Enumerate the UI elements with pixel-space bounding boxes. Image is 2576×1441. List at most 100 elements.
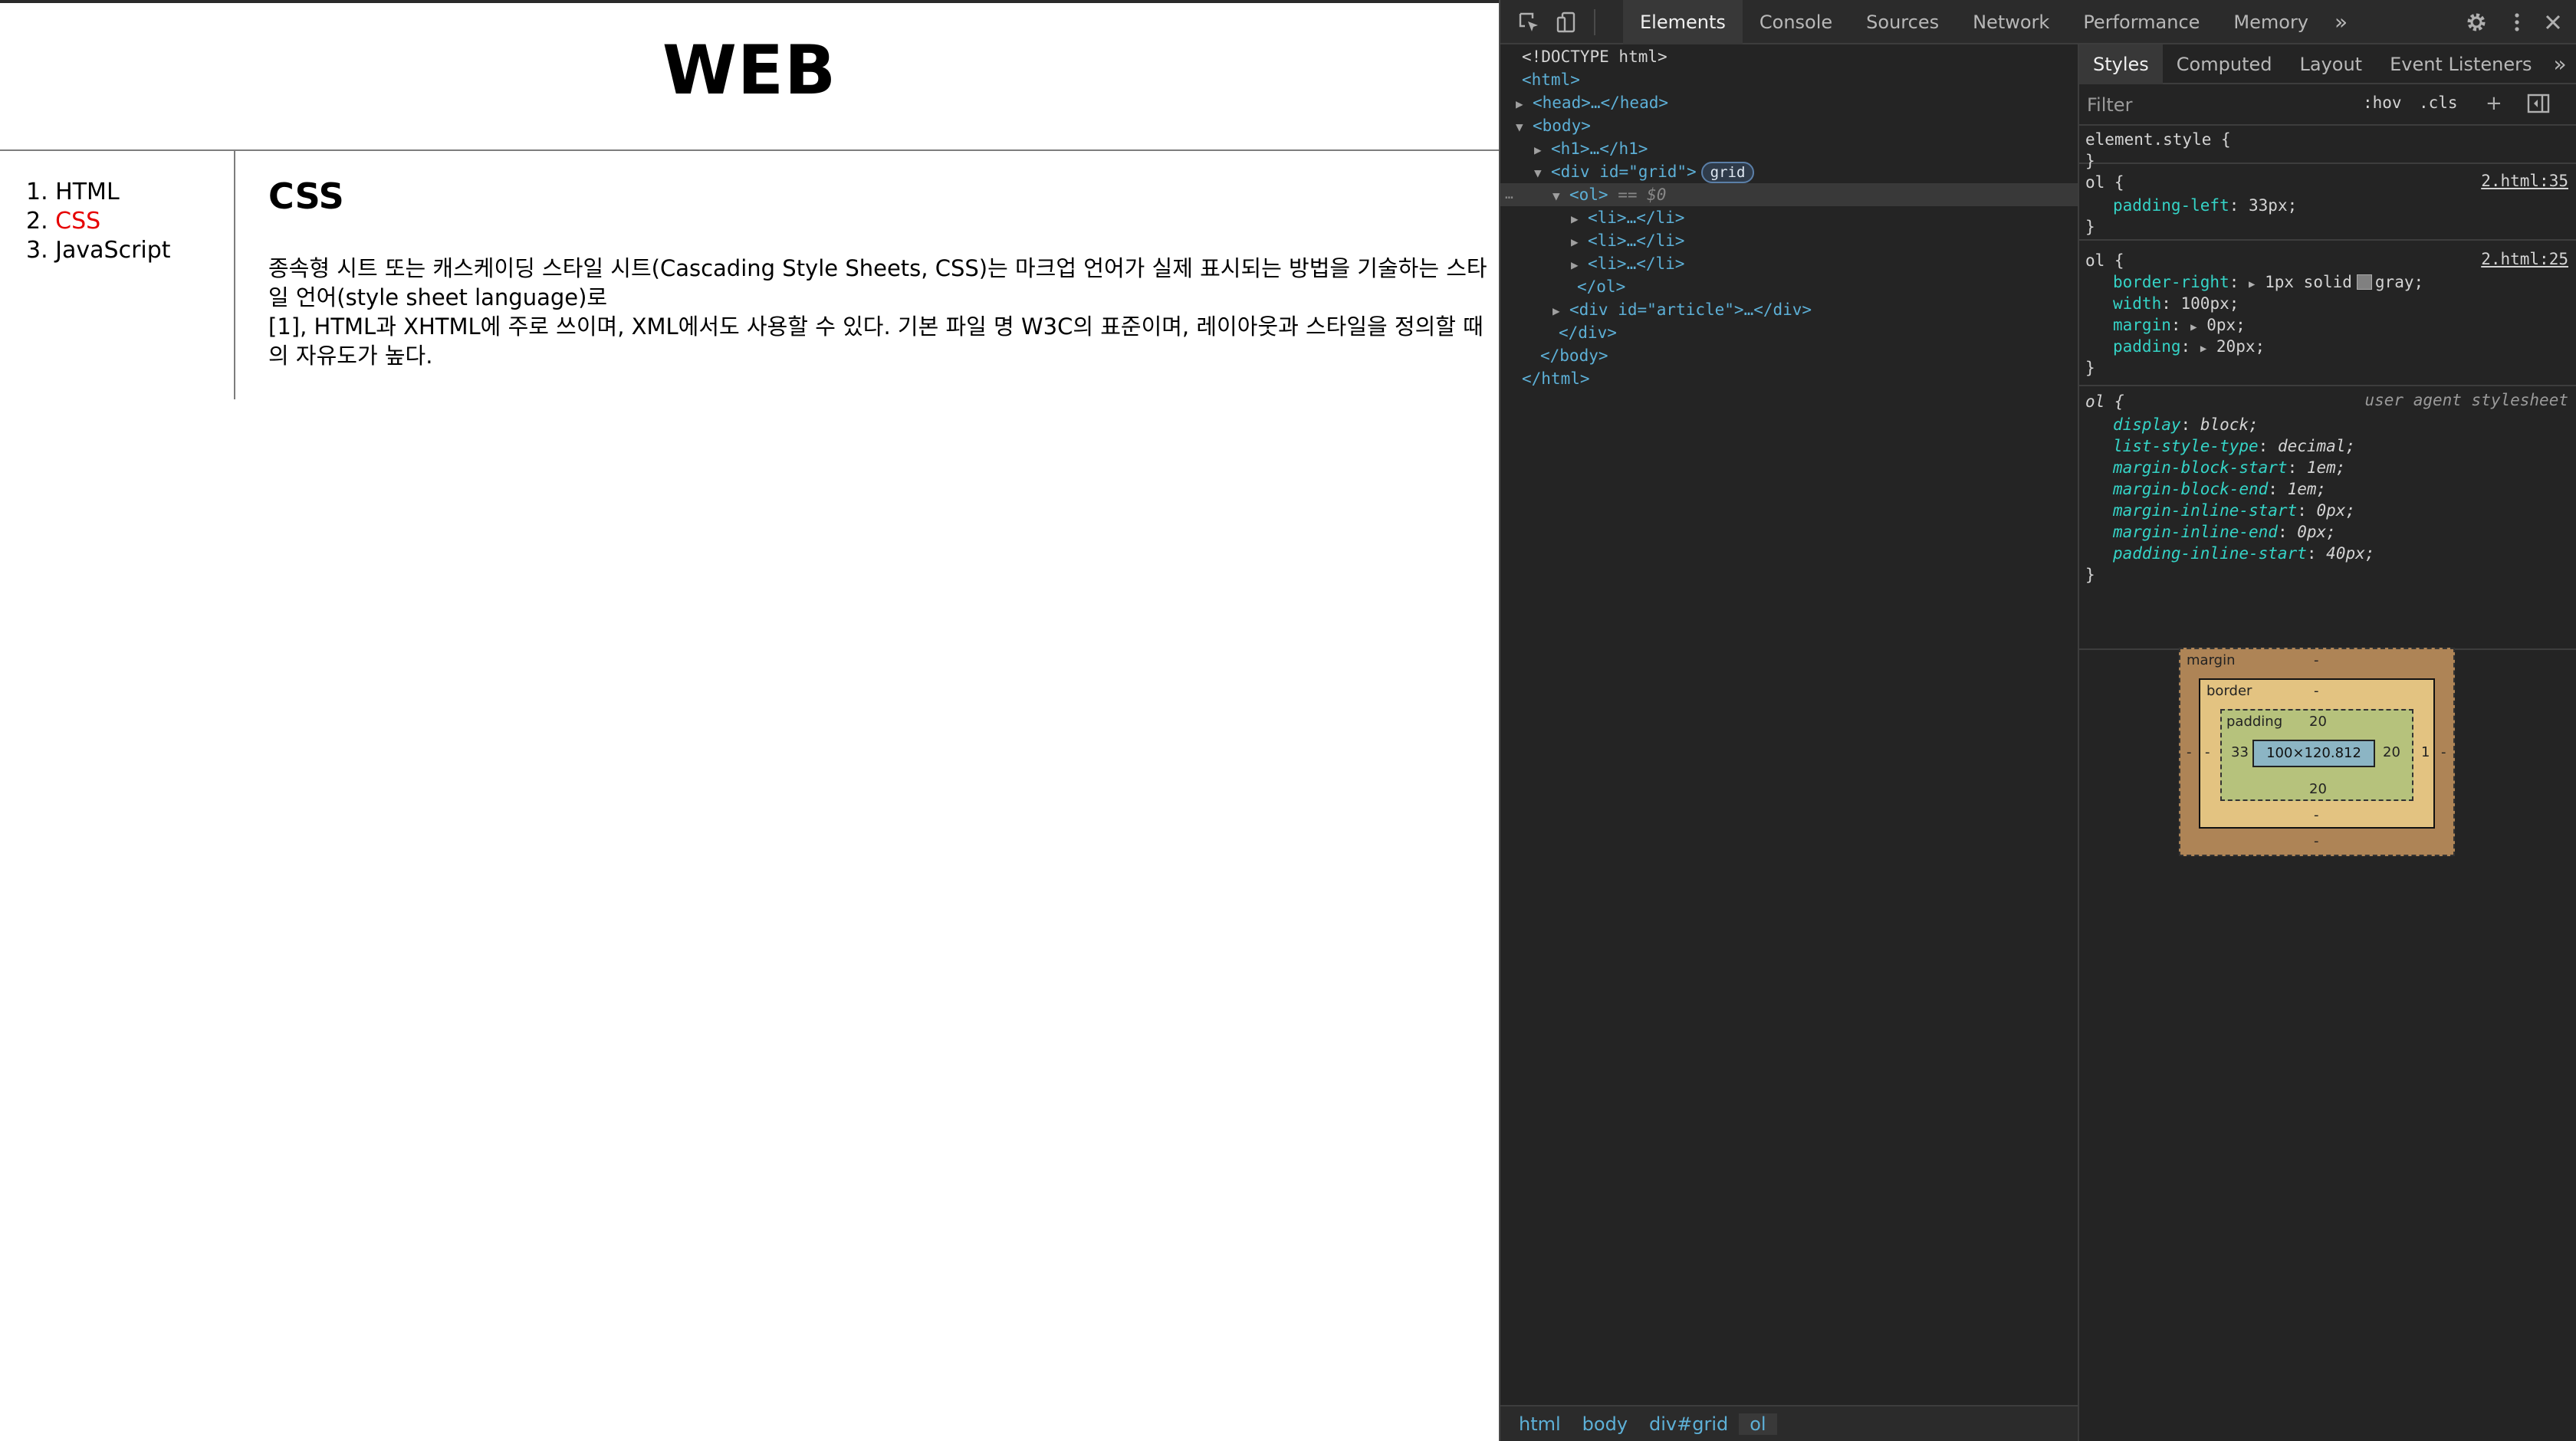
- margin-left-value[interactable]: -: [2187, 744, 2192, 760]
- device-toggle-icon[interactable]: [1554, 9, 1580, 35]
- rule-selector[interactable]: element.style {: [2085, 129, 2231, 150]
- breadcrumb-div-grid[interactable]: div#grid: [1638, 1413, 1739, 1435]
- grid-badge[interactable]: grid: [1700, 162, 1755, 183]
- dom-node-ol-selected[interactable]: … ▼ <ol> == $0: [1500, 183, 2078, 206]
- style-property[interactable]: border-right: ▶ 1px solid gray;: [2113, 271, 2423, 293]
- hover-state-toggle[interactable]: :hov: [2363, 94, 2402, 112]
- margin-bottom-value[interactable]: -: [2314, 833, 2319, 849]
- tab-memory[interactable]: Memory: [2216, 0, 2325, 44]
- collapse-triangle-icon[interactable]: ▼: [1500, 162, 1551, 185]
- expand-triangle-icon[interactable]: ▶: [1500, 139, 1551, 162]
- box-model-border[interactable]: border - - - 1 padding 20 20 33 20 100×1…: [2199, 678, 2435, 829]
- style-property[interactable]: padding-left: 33px;: [2113, 195, 2297, 216]
- padding-right-value[interactable]: 20: [2383, 744, 2400, 760]
- tab-console[interactable]: Console: [1743, 0, 1849, 44]
- border-top-value[interactable]: -: [2314, 683, 2319, 699]
- expand-triangle-icon[interactable]: ▶: [1500, 93, 1533, 116]
- box-model-padding[interactable]: padding 20 20 33 20 100×120.812: [2220, 709, 2413, 801]
- dom-div-article-tag: <div id="article">…</div>: [1569, 300, 1812, 319]
- tab-network[interactable]: Network: [1956, 0, 2066, 44]
- border-left-value[interactable]: -: [2205, 744, 2210, 760]
- breadcrumb-ol[interactable]: ol: [1739, 1413, 1777, 1435]
- selected-node-marker: == $0: [1618, 185, 1667, 204]
- dom-node-div-close[interactable]: </div>: [1500, 321, 2078, 344]
- rule-selector[interactable]: ol {: [2085, 391, 2124, 412]
- style-property[interactable]: padding: ▶ 20px;: [2113, 336, 2265, 357]
- padding-top-value[interactable]: 20: [2309, 714, 2327, 730]
- dom-node-div-grid[interactable]: ▼ <div id="grid"> grid: [1500, 160, 2078, 183]
- nav-link-html[interactable]: HTML: [55, 179, 119, 205]
- box-model-margin[interactable]: margin - - - - border - - - 1 padding 20…: [2179, 648, 2455, 856]
- rule-source-link[interactable]: 2.html:25: [2481, 250, 2568, 268]
- style-property[interactable]: margin: ▶ 0px;: [2113, 314, 2246, 336]
- box-model-content-size[interactable]: 100×120.812: [2252, 740, 2375, 767]
- style-property[interactable]: width: 100px;: [2113, 293, 2239, 314]
- dom-node-html[interactable]: <html>: [1500, 68, 2078, 91]
- border-bottom-value[interactable]: -: [2314, 807, 2319, 823]
- tab-styles[interactable]: Styles: [2079, 44, 2163, 84]
- inspect-element-icon[interactable]: [1516, 9, 1542, 35]
- expand-triangle-icon[interactable]: ▶: [1500, 208, 1588, 231]
- gear-icon[interactable]: [2463, 9, 2489, 35]
- style-rule-ol-user-agent: ol { user agent stylesheet display: bloc…: [2079, 386, 2576, 650]
- more-sidebar-tabs-button[interactable]: »: [2546, 44, 2574, 84]
- new-style-rule-icon[interactable]: +: [2486, 92, 2502, 115]
- dom-node-li[interactable]: ▶ <li>…</li>: [1500, 229, 2078, 252]
- tab-layout[interactable]: Layout: [2285, 44, 2376, 84]
- rule-selector[interactable]: ol {: [2085, 250, 2124, 271]
- styles-sidebar: Styles Computed Layout Event Listeners »…: [2079, 44, 2576, 1441]
- dom-node-div-article[interactable]: ▶ <div id="article">…</div>: [1500, 298, 2078, 321]
- class-toggle[interactable]: .cls: [2419, 94, 2458, 112]
- close-icon[interactable]: [2540, 9, 2566, 35]
- node-actions-dots[interactable]: …: [1505, 183, 1513, 206]
- dom-node-doctype[interactable]: <!DOCTYPE html>: [1500, 45, 2078, 68]
- property-value: 40px;: [2326, 544, 2375, 563]
- devtools-tabs: Elements Console Sources Network Perform…: [1623, 0, 2357, 44]
- dom-node-li[interactable]: ▶ <li>…</li>: [1500, 252, 2078, 275]
- style-rule-ol-25: ol { 2.html:25 border-right: ▶ 1px solid…: [2079, 241, 2576, 386]
- dom-node-html-close[interactable]: </html>: [1500, 367, 2078, 390]
- margin-label: margin: [2187, 652, 2236, 668]
- styles-filter-input[interactable]: [2085, 90, 2349, 120]
- dom-node-body-close[interactable]: </body>: [1500, 344, 2078, 367]
- border-right-value[interactable]: 1: [2421, 744, 2430, 760]
- breadcrumb-body[interactable]: body: [1572, 1413, 1638, 1435]
- dom-node-li[interactable]: ▶ <li>…</li>: [1500, 206, 2078, 229]
- nav-item-html: 1. HTML: [26, 179, 120, 205]
- kebab-menu-icon[interactable]: [2504, 9, 2530, 35]
- property-value: 1em;: [2306, 458, 2346, 477]
- dom-node-body[interactable]: ▼ <body>: [1500, 114, 2078, 137]
- dom-node-head[interactable]: ▶ <head>…</head>: [1500, 91, 2078, 114]
- tab-performance[interactable]: Performance: [2066, 0, 2216, 44]
- breadcrumb-html[interactable]: html: [1508, 1413, 1572, 1435]
- expand-triangle-icon[interactable]: ▶: [1500, 254, 1588, 277]
- dom-html-tag: <html>: [1522, 71, 1580, 89]
- tab-elements[interactable]: Elements: [1623, 0, 1743, 44]
- collapse-triangle-icon[interactable]: ▼: [1500, 116, 1533, 139]
- more-tabs-button[interactable]: »: [2325, 0, 2357, 44]
- nav-item-javascript: 3. JavaScript: [26, 237, 171, 264]
- dom-doctype-text: <!DOCTYPE html>: [1522, 48, 1668, 66]
- expand-shorthand-icon[interactable]: ▶: [2200, 343, 2206, 355]
- tab-event-listeners[interactable]: Event Listeners: [2376, 44, 2545, 84]
- margin-top-value[interactable]: -: [2314, 652, 2319, 668]
- tab-sources[interactable]: Sources: [1849, 0, 1956, 44]
- property-value: 100px;: [2180, 294, 2239, 313]
- tab-computed[interactable]: Computed: [2163, 44, 2286, 84]
- toggle-sidebar-icon[interactable]: [2527, 94, 2550, 119]
- expand-shorthand-icon[interactable]: ▶: [2249, 278, 2255, 290]
- nav-link-javascript[interactable]: JavaScript: [55, 237, 170, 264]
- nav-link-css[interactable]: CSS: [55, 208, 100, 235]
- dom-node-h1[interactable]: ▶ <h1>…</h1>: [1500, 137, 2078, 160]
- expand-triangle-icon[interactable]: ▶: [1500, 300, 1569, 323]
- color-swatch[interactable]: [2356, 274, 2372, 290]
- rule-source-link[interactable]: 2.html:35: [2481, 172, 2568, 190]
- expand-shorthand-icon[interactable]: ▶: [2190, 321, 2196, 333]
- expand-triangle-icon[interactable]: ▶: [1500, 231, 1588, 254]
- padding-left-value[interactable]: 33: [2231, 744, 2249, 760]
- rule-selector[interactable]: ol {: [2085, 172, 2124, 193]
- dom-node-ol-close[interactable]: </ol>: [1500, 275, 2078, 298]
- margin-right-value[interactable]: -: [2441, 744, 2446, 760]
- padding-bottom-value[interactable]: 20: [2309, 781, 2327, 797]
- page-title: WEB: [662, 31, 837, 110]
